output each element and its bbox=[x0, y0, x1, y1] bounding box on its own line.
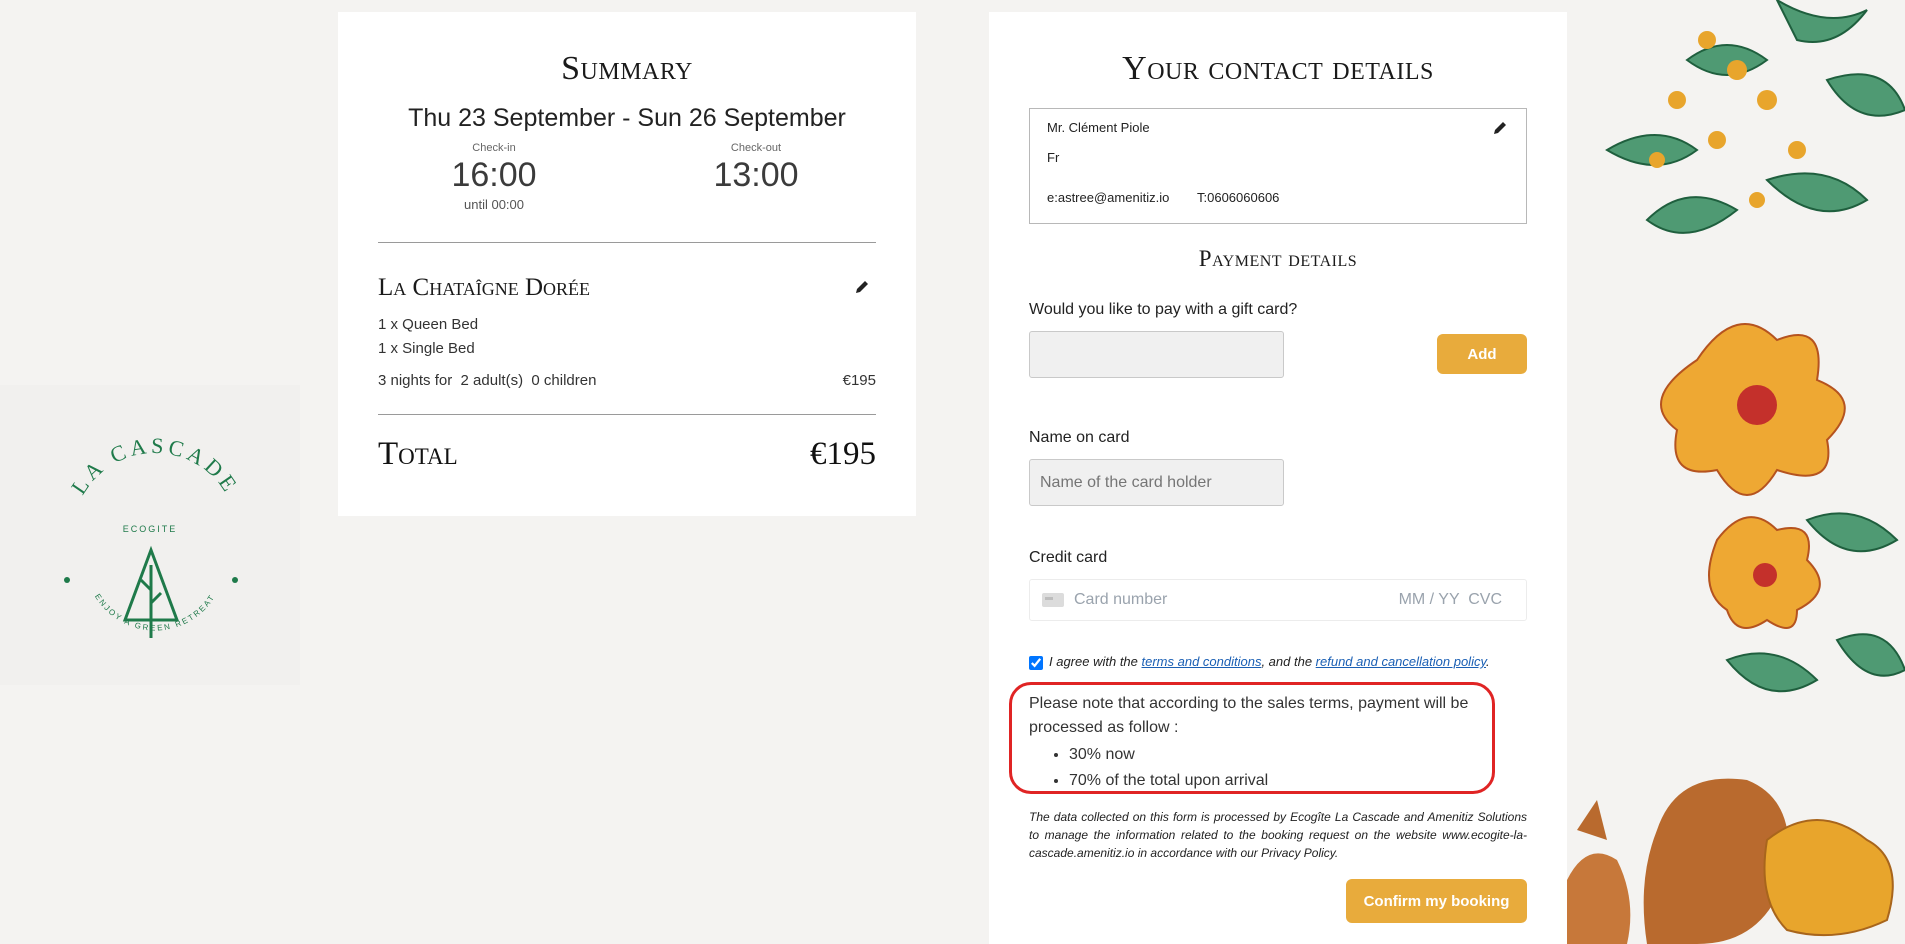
summary-card: Summary Thu 23 September - Sun 26 Septem… bbox=[338, 12, 916, 516]
checkin-note: until 00:00 bbox=[464, 197, 524, 212]
add-gift-card-button[interactable]: Add bbox=[1437, 334, 1527, 374]
payment-schedule-list: 30% now 70% of the total upon arrival bbox=[1029, 742, 1499, 794]
confirm-booking-button[interactable]: Confirm my booking bbox=[1346, 879, 1527, 923]
payment-note-text: Please note that according to the sales … bbox=[1029, 695, 1469, 736]
refund-policy-link[interactable]: refund and cancellation policy bbox=[1316, 654, 1486, 669]
agree-middle: , and the bbox=[1261, 654, 1316, 669]
orange-flower-icon bbox=[1708, 516, 1821, 629]
card-number-placeholder: Card number bbox=[1074, 591, 1168, 608]
payment-schedule-note: Please note that according to the sales … bbox=[1029, 692, 1499, 794]
stay-price: €195 bbox=[842, 372, 876, 389]
checkin-time: 16:00 bbox=[451, 156, 537, 194]
stay-details: 3 nights for 2 adult(s) 0 children bbox=[378, 372, 597, 389]
la-cascade-logo: LA CASCADE ECOGITE ENJOY A GREEN RETREAT bbox=[64, 433, 244, 638]
contact-payment-card: Your contact details Mr. Clément Piole F… bbox=[989, 12, 1567, 944]
bed-line-1: 1 x Queen Bed bbox=[378, 316, 479, 333]
terms-agreement: I agree with the terms and conditions, a… bbox=[1029, 654, 1490, 670]
checkout-time: 13:00 bbox=[713, 156, 799, 194]
name-on-card-label: Name on card bbox=[1029, 429, 1130, 446]
terms-link[interactable]: terms and conditions bbox=[1142, 654, 1262, 669]
gift-card-input[interactable] bbox=[1029, 331, 1284, 378]
payment-schedule-item: 30% now bbox=[1069, 742, 1499, 768]
checkin-block: Check-in 16:00 until 00:00 bbox=[414, 142, 574, 212]
gift-card-question: Would you like to pay with a gift card? bbox=[1029, 301, 1298, 318]
checkout-block: Check-out 13:00 bbox=[676, 142, 836, 195]
contact-title: Your contact details bbox=[1122, 50, 1434, 87]
edit-room-pencil-icon[interactable] bbox=[854, 279, 870, 295]
privacy-notice: The data collected on this form is proce… bbox=[1029, 810, 1527, 860]
bed-line-2: 1 x Single Bed bbox=[378, 340, 475, 357]
checkout-label: Check-out bbox=[730, 142, 782, 154]
logo-panel: LA CASCADE ECOGITE ENJOY A GREEN RETREAT bbox=[0, 385, 300, 685]
checkin-label: Check-in bbox=[472, 142, 516, 154]
credit-card-icon bbox=[1042, 593, 1064, 607]
divider bbox=[378, 414, 876, 415]
payment-title: Payment details bbox=[1198, 246, 1358, 271]
room-name: La Chataîgne Dorée bbox=[378, 274, 591, 301]
contact-email: e:astree@amenitiz.io bbox=[1047, 190, 1170, 205]
contact-name: Mr. Clément Piole bbox=[1047, 120, 1150, 135]
summary-title: Summary bbox=[561, 50, 693, 87]
terms-checkbox[interactable] bbox=[1029, 655, 1043, 670]
divider bbox=[378, 242, 876, 243]
edit-contact-pencil-icon[interactable] bbox=[1492, 120, 1508, 136]
stay-dates: Thu 23 September - Sun 26 September bbox=[408, 104, 846, 132]
contact-details-box: Mr. Clément Piole Fr e:astree@amenitiz.i… bbox=[1029, 108, 1527, 224]
card-holder-input[interactable] bbox=[1029, 459, 1284, 506]
total-label: Total bbox=[378, 436, 458, 472]
agree-suffix: . bbox=[1486, 654, 1490, 669]
orange-flower-icon bbox=[1660, 323, 1846, 496]
logo-name: LA CASCADE bbox=[66, 433, 240, 499]
card-number-field[interactable]: Card number MM / YY CVC bbox=[1029, 579, 1527, 621]
contact-phone: T:0606060606 bbox=[1197, 190, 1280, 205]
agree-prefix: I agree with the bbox=[1049, 654, 1142, 669]
total-value: €195 bbox=[810, 436, 876, 472]
logo-subtitle: ECOGITE bbox=[123, 524, 178, 534]
card-expiry-cvc-placeholder: MM / YY CVC bbox=[1398, 591, 1502, 608]
squirrel-illustration bbox=[1567, 778, 1789, 944]
floral-illustration bbox=[1567, 0, 1905, 944]
payment-schedule-item: 70% of the total upon arrival bbox=[1069, 768, 1499, 794]
contact-language: Fr bbox=[1047, 150, 1060, 165]
svg-text:LA CASCADE: LA CASCADE bbox=[66, 433, 244, 499]
credit-card-label: Credit card bbox=[1029, 549, 1108, 566]
